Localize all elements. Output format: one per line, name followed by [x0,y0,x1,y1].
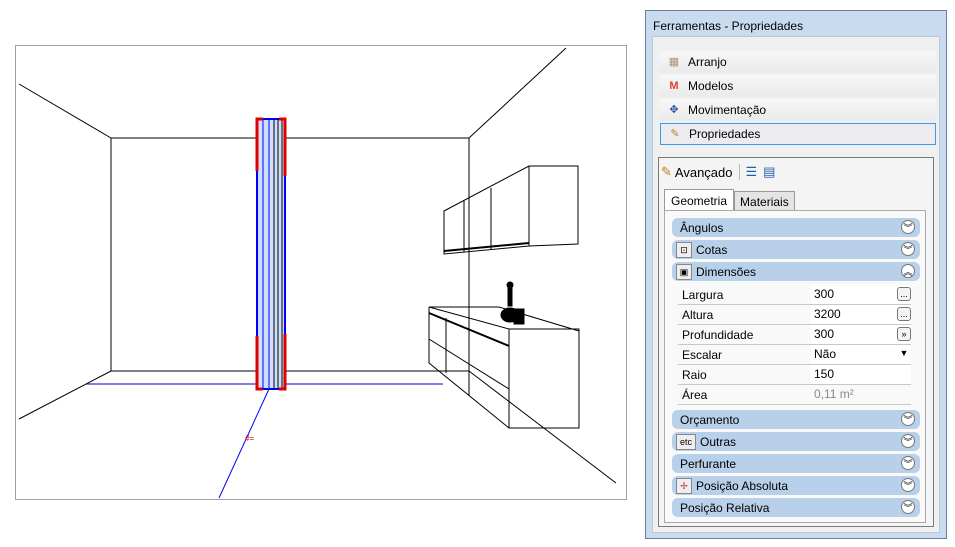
expand-button[interactable]: » [897,327,911,341]
chevron-down-icon[interactable]: ︾ [901,412,915,426]
base-cabinet [428,306,580,429]
room-lines [18,47,617,484]
prop-row-raio: Raio 150 [678,365,911,385]
nav-label: Arranjo [688,55,727,69]
properties-icon: ✎ [661,164,672,179]
advanced-button[interactable]: Avançado [675,165,733,180]
box-icon: ▣ [676,263,692,280]
chevron-down-icon[interactable]: ︾ [901,220,915,234]
3d-viewport[interactable]: #= [15,45,627,500]
prop-label: Altura [682,308,714,322]
prop-row-largura: Largura 300... [678,285,911,305]
ellipsis-button[interactable]: ... [897,307,911,321]
nav-label: Propriedades [689,127,761,141]
group-orcamento[interactable]: Orçamento ︾ [672,410,920,429]
largura-input[interactable]: 300 [811,285,911,304]
properties-panel: Ferramentas - Propriedades ▦ Arranjo M Mod… [645,10,947,539]
group-label: Orçamento [680,412,740,427]
nav-propriedades[interactable]: ✎ Propriedades [660,123,936,145]
column-selected: #= [218,117,287,499]
prop-row-area: Área 0,11 m² [678,385,911,405]
nav-movimentacao[interactable]: ✥ Movimentação [660,99,936,121]
raio-input[interactable]: 150 [811,365,911,384]
group-label: Outras [700,434,737,449]
chevron-down-icon[interactable]: ︾ [901,242,915,256]
axes-icon: ✢ [676,477,692,494]
chevron-down-icon[interactable]: ︾ [901,456,915,470]
m-logo-icon: M [669,80,679,92]
group-label: Cotas [696,242,728,257]
group-label: Dimensões [696,264,757,279]
ellipsis-button[interactable]: ... [897,287,911,301]
prop-row-escalar: Escalar Não ▼ [678,345,911,365]
group-label: Posição Absoluta [696,478,789,493]
group-posicao-absoluta[interactable]: ✢ Posição Absoluta ︾ [672,476,920,495]
chevron-down-icon[interactable]: ︾ [901,478,915,492]
group-label: Ângulos [680,220,724,235]
group-angulos[interactable]: Ângulos ︾ [672,218,920,237]
grid-icon: ▦ [668,56,680,68]
group-label: Perfurante [680,456,737,471]
area-value: 0,11 m² [814,387,854,401]
group-outras[interactable]: etc Outras ︾ [672,432,920,451]
chevron-up-icon[interactable]: ︽ [901,264,915,278]
panel-title: Ferramentas - Propriedades [653,19,804,33]
prop-label: Escalar [682,348,723,362]
scene-drawing: #= [18,47,617,499]
escalar-select[interactable]: Não [811,345,911,364]
upper-cabinet [443,165,579,255]
group-cotas[interactable]: ⊡ Cotas ︾ [672,240,920,259]
group-perfurante[interactable]: Perfurante ︾ [672,454,920,473]
chevron-down-icon[interactable]: ︾ [901,500,915,514]
etc-icon: etc [676,433,696,450]
nav-arranjo[interactable]: ▦ Arranjo [660,51,936,73]
prop-label: Largura [682,288,724,302]
nav-label: Movimentação [688,103,767,117]
svg-text:#=: #= [245,434,254,443]
prop-row-profundidade: Profundidade 300» [678,325,911,345]
vase-decoration [500,281,525,325]
move-icon: ✥ [669,104,679,116]
categorized-view-icon[interactable]: ☰ [746,164,758,180]
nav-modelos[interactable]: M Modelos [660,75,936,97]
properties-subpanel: ✎ Avançado ☰ ▤ Geometria Materiais Ângul… [658,157,934,527]
dimensions-icon: ⊡ [676,241,692,258]
properties-icon: ✎ [670,128,680,140]
table-view-icon[interactable]: ▤ [763,164,775,180]
prop-label: Área [682,388,708,402]
group-dimensoes[interactable]: ▣ Dimensões ︽ [672,262,920,281]
profundidade-input[interactable]: 300 [811,325,911,344]
prop-label: Profundidade [682,328,754,342]
group-label: Posição Relativa [680,500,770,515]
chevron-down-icon[interactable]: ︾ [901,434,915,448]
nav-label: Modelos [688,79,734,93]
altura-input[interactable]: 3200 [811,305,911,324]
prop-label: Raio [682,368,707,382]
dropdown-arrow-icon[interactable]: ▼ [897,347,911,361]
prop-row-altura: Altura 3200... [678,305,911,325]
group-posicao-relativa[interactable]: Posição Relativa ︾ [672,498,920,517]
